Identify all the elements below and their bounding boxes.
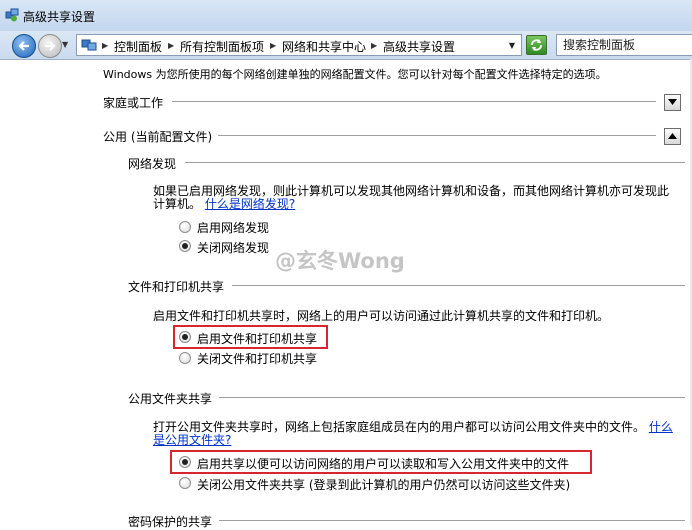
password-sharing-heading: 密码保护的共享	[128, 515, 213, 529]
refresh-button[interactable]	[526, 35, 547, 55]
breadcrumb-separator-icon: ▶	[102, 41, 109, 50]
watermark-text: @玄冬Wong	[275, 249, 405, 273]
address-bar[interactable]: ▶ 控制面板 ▶ 所有控制面板项 ▶ 网络和共享中心 ▶ 高级共享设置 ▼	[76, 34, 522, 56]
expand-home-work-button[interactable]	[664, 94, 681, 111]
back-button[interactable]	[12, 34, 36, 58]
network-discovery-description-end: 计算机。	[153, 197, 202, 211]
window-title: 高级共享设置	[23, 10, 96, 24]
breadcrumb-separator-icon: ▶	[168, 41, 175, 50]
breadcrumb-separator-icon: ▶	[371, 41, 378, 50]
enable-network-discovery-label[interactable]: 启用网络发现	[197, 219, 269, 236]
section-divider	[232, 285, 685, 286]
section-divider	[185, 162, 685, 163]
section-divider	[172, 101, 656, 102]
disable-public-folder-sharing-label[interactable]: 关闭公用文件夹共享 (登录到此计算机的用户仍然可以访问这些文件夹)	[197, 476, 570, 493]
public-folder-heading: 公用文件夹共享	[128, 392, 213, 406]
section-divider	[218, 135, 656, 136]
breadcrumb-item-advanced-sharing[interactable]: 高级共享设置	[383, 38, 455, 55]
disable-network-discovery-label[interactable]: 关闭网络发现	[197, 239, 269, 256]
profile-home-work-label: 家庭或工作	[103, 96, 164, 110]
search-box	[556, 34, 692, 56]
public-folder-help-link-cont[interactable]: 是公用文件夹?	[153, 431, 231, 448]
disable-network-discovery-radio[interactable]	[179, 240, 191, 252]
breadcrumb-item-network-center[interactable]: 网络和共享中心	[282, 38, 366, 55]
control-panel-icon	[81, 39, 97, 51]
breadcrumb-item-all-items[interactable]: 所有控制面板项	[180, 38, 264, 55]
section-divider	[219, 520, 685, 521]
profile-public-label: 公用 (当前配置文件)	[103, 130, 213, 144]
search-input[interactable]	[557, 35, 683, 53]
collapse-public-button[interactable]	[664, 128, 681, 145]
recent-pages-dropdown[interactable]: ▼	[62, 40, 68, 49]
enable-public-folder-sharing-label[interactable]: 启用共享以便可以访问网络的用户可以读取和写入公用文件夹中的文件	[197, 455, 569, 472]
disable-public-folder-sharing-radio[interactable]	[179, 477, 191, 489]
chevron-up-icon	[668, 133, 677, 139]
file-printer-heading: 文件和打印机共享	[128, 280, 225, 294]
disable-file-printer-sharing-radio[interactable]	[179, 352, 191, 364]
breadcrumb-item-control-panel[interactable]: 控制面板	[114, 38, 162, 55]
title-bar	[0, 0, 692, 31]
intro-text: Windows 为您所使用的每个网络创建单独的网络配置文件。您可以针对每个配置文…	[103, 68, 607, 81]
enable-network-discovery-radio[interactable]	[179, 221, 191, 233]
address-history-dropdown[interactable]: ▼	[509, 41, 515, 50]
enable-file-printer-sharing-label[interactable]: 启用文件和打印机共享	[197, 330, 317, 347]
section-divider	[219, 397, 685, 398]
arrow-right-icon	[45, 41, 56, 51]
breadcrumb-separator-icon: ▶	[270, 41, 277, 50]
network-discovery-heading: 网络发现	[128, 157, 177, 171]
enable-file-printer-sharing-radio[interactable]	[179, 331, 191, 343]
public-folder-help-link[interactable]: 什么	[649, 420, 673, 434]
network-discovery-help-link[interactable]: 什么是网络发现?	[205, 197, 295, 211]
enable-public-folder-sharing-radio[interactable]	[179, 456, 191, 468]
disable-file-printer-sharing-label[interactable]: 关闭文件和打印机共享	[197, 350, 317, 367]
network-discovery-description-cont: 计算机。 什么是网络发现?	[153, 195, 295, 212]
forward-button[interactable]	[38, 34, 62, 58]
file-printer-description: 启用文件和打印机共享时，网络上的用户可以访问通过此计算机共享的文件和打印机。	[153, 309, 610, 323]
chevron-down-icon	[668, 99, 677, 105]
refresh-icon	[531, 39, 542, 51]
network-sharing-icon	[5, 8, 19, 22]
arrow-left-icon	[18, 41, 29, 51]
